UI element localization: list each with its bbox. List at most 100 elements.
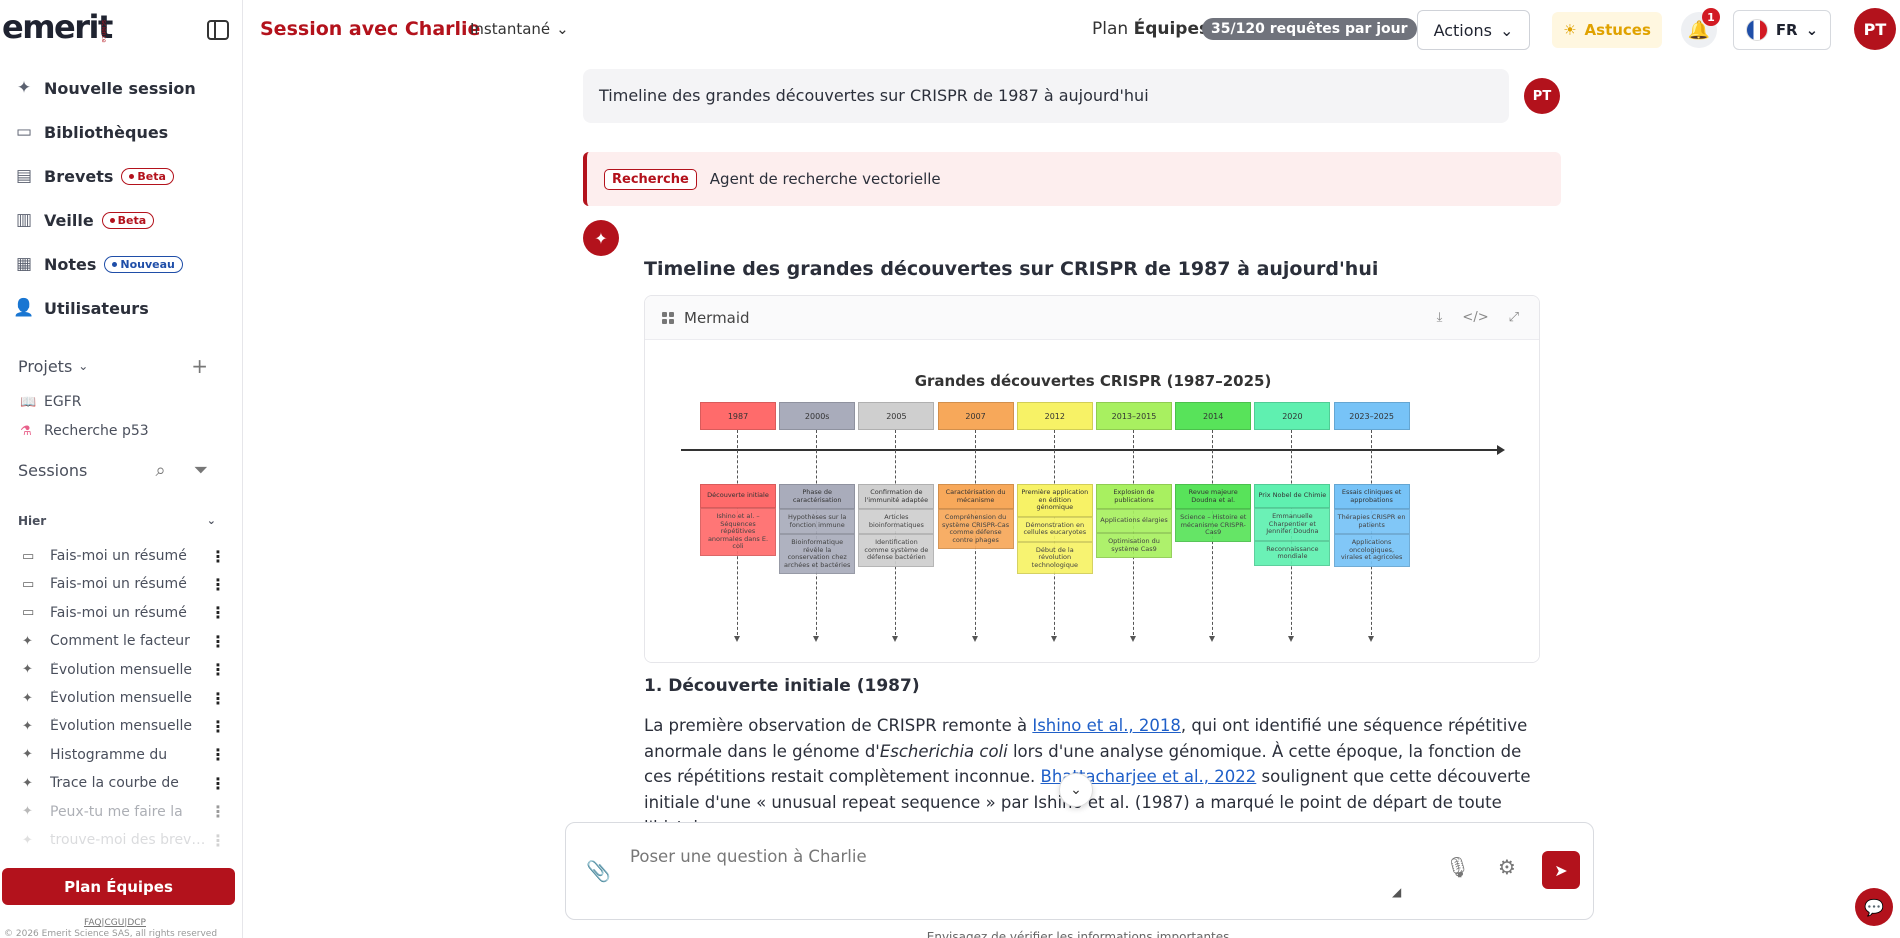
sparkle-icon: ✦ — [22, 775, 33, 791]
session-label: Évolution mensuelle — [50, 690, 193, 706]
session-item[interactable]: ✦ Comment le facteur ⋮ — [22, 629, 226, 653]
nav-new-session[interactable]: ✦ Nouvelle session — [0, 66, 243, 110]
more-options-icon[interactable]: ⋮ — [210, 689, 226, 708]
grid-icon — [662, 311, 674, 324]
mode-selector[interactable]: Instantané ⌄ — [470, 20, 569, 38]
session-label: Fais-moi un résumé — [50, 548, 187, 564]
assistant-avatar-icon: ✦ — [583, 220, 619, 256]
session-label: Histogramme du — [50, 746, 168, 763]
nav-watch[interactable]: ▥ Veille Beta — [0, 198, 243, 242]
logo[interactable]: emerit — [2, 8, 113, 46]
more-options-icon[interactable]: ⋮ — [210, 632, 226, 651]
timeline-events: Prix Nobel de Chimie Emmanuelle Charpenti… — [1254, 484, 1331, 566]
paperclip-icon[interactable]: 📎 — [586, 859, 611, 883]
user-avatar[interactable]: PT — [1854, 8, 1896, 50]
nav-label: Utilisateurs — [44, 298, 149, 318]
filter-icon[interactable]: ⏷ — [194, 460, 208, 481]
nav-patents[interactable]: ▤ Brevets Beta — [0, 154, 243, 198]
tips-label: Astuces — [1584, 21, 1651, 39]
project-item[interactable]: ⚗ Recherche p53 — [20, 423, 149, 439]
session-label: Évolution mensuelle — [50, 661, 193, 678]
timeline-column: 2023–2025 Essais cliniques et approbation… — [1333, 402, 1410, 642]
more-options-icon[interactable]: ⋮ — [210, 547, 226, 566]
project-label: Recherche p53 — [44, 423, 149, 439]
sessions-label: Sessions — [18, 461, 88, 480]
timeline-column: 2000s Phase de caractérisation Hypothèses … — [779, 402, 856, 642]
section-title: 1. Découverte initiale (1987) — [644, 676, 920, 696]
folder-icon: ▭ — [22, 548, 35, 564]
users-icon: 👤 — [13, 298, 35, 318]
more-options-icon[interactable]: ⋮ — [210, 831, 226, 850]
session-item[interactable]: ✦ Évolution mensuelle ⋮ — [22, 714, 226, 738]
timeline-event: Applications oncologiques, virales et ag… — [1333, 534, 1410, 567]
session-item[interactable]: ▭ Fais-moi un résumé ⋮ — [22, 601, 226, 625]
projects-header[interactable]: Projets ⌄ + — [18, 354, 208, 378]
more-options-icon[interactable]: ⋮ — [210, 717, 226, 736]
sidebar-toggle-icon[interactable] — [207, 20, 229, 40]
beta-badge: Beta — [101, 211, 155, 229]
tips-button[interactable]: ☀ Astuces — [1552, 12, 1662, 48]
session-item[interactable]: ✦ Trace la courbe de ⋮ — [22, 771, 226, 795]
session-item[interactable]: ▭ Fais-moi un résumé ⋮ — [22, 572, 226, 596]
sparkle-icon: ✦ — [22, 804, 33, 820]
nav-libraries[interactable]: ▭ Bibliothèques — [0, 110, 243, 154]
sparkle-icon: ✦ — [16, 78, 32, 98]
add-project-icon[interactable]: + — [191, 354, 208, 378]
sparkle-icon: ✦ — [22, 633, 33, 649]
timeline-event: Début de la révolution technologique — [1016, 541, 1093, 574]
send-button[interactable]: ➤ — [1542, 851, 1580, 889]
timeline-events: Explosion de publications Applications él… — [1096, 484, 1172, 558]
microphone-icon[interactable]: 🎙 — [1445, 855, 1470, 879]
timeline-year: 2005 — [858, 402, 935, 430]
timeline-event: Applications élargies — [1096, 509, 1172, 533]
more-options-icon[interactable]: ⋮ — [210, 802, 226, 821]
actions-button[interactable]: Actions ⌄ — [1417, 10, 1530, 50]
session-item[interactable]: ✦ Évolution mensuelle ⋮ — [22, 686, 226, 710]
more-options-icon[interactable]: ⋮ — [210, 660, 226, 679]
sparkle-icon: ✦ — [22, 832, 33, 848]
sessions-header: Sessions ⌕ ⏷ — [18, 460, 208, 481]
nav-users[interactable]: 👤 Utilisateurs — [0, 286, 243, 330]
footer-links[interactable]: FAQ|CGU|DCP — [84, 918, 146, 928]
session-item[interactable]: ✦ Histogramme du ⋮ — [22, 743, 226, 767]
citation-link[interactable]: Ishino et al., 2018 — [1032, 716, 1181, 735]
chevron-down-icon: ⌄ — [206, 514, 216, 527]
more-options-icon[interactable]: ⋮ — [210, 603, 226, 622]
session-item[interactable]: ▭ Fais-moi un résumé ⋮ — [22, 544, 226, 568]
code-icon[interactable]: </> — [1462, 310, 1488, 325]
more-options-icon[interactable]: ⋮ — [210, 745, 226, 764]
expand-icon[interactable]: ⤢ — [1509, 310, 1519, 325]
more-options-icon[interactable]: ⋮ — [210, 575, 226, 594]
mode-label: Instantané — [470, 20, 551, 38]
settings-sliders-icon[interactable]: ⚙ — [1498, 855, 1516, 879]
search-icon[interactable]: ⌕ — [156, 460, 166, 481]
timeline-event: Prix Nobel de Chimie — [1254, 484, 1331, 508]
session-item[interactable]: ✦ Évolution mensuelle ⋮ — [22, 658, 226, 682]
chevron-down-icon: ⌄ — [556, 20, 569, 38]
sparkle-icon: ✦ — [22, 690, 33, 706]
session-item[interactable]: ✦ Peux-tu me faire la ⋮ — [22, 800, 226, 824]
more-options-icon[interactable]: ⋮ — [210, 774, 226, 793]
nav-notes[interactable]: ▦ Notes Nouveau — [0, 242, 243, 286]
sparkle-icon: ✦ — [22, 662, 33, 678]
timeline-axis — [681, 445, 1505, 455]
scroll-down-button[interactable]: ⌄ — [1059, 773, 1093, 807]
download-icon[interactable]: ⤓ — [1437, 310, 1443, 325]
nav-label: Veille — [44, 210, 94, 230]
session-group-header[interactable]: Hier ⌄ — [18, 514, 216, 528]
help-chat-button[interactable]: 💬 — [1855, 888, 1893, 926]
language-selector[interactable]: FR ⌄ — [1733, 10, 1831, 50]
flask-icon: ⚗ — [20, 423, 32, 439]
project-label: EGFR — [44, 394, 82, 410]
sidebar-nav: ✦ Nouvelle session ▭ Bibliothèques ▤ Bre… — [0, 66, 243, 330]
resize-handle-icon[interactable]: ◢ — [1392, 885, 1401, 899]
plan-button[interactable]: Plan Équipes — [2, 868, 235, 905]
timeline-events: Essais cliniques et approbations Thérapie… — [1333, 484, 1410, 567]
project-item[interactable]: 📖 EGFR — [20, 394, 81, 410]
session-item[interactable]: ✦ trouve-moi des brevets ⋮ — [22, 828, 226, 852]
chevron-down-icon: ⌄ — [1070, 782, 1082, 798]
timeline-year: 2007 — [937, 402, 1014, 430]
timeline-events: Découverte initiale Ishino et al. – Séque… — [700, 484, 776, 556]
question-input[interactable] — [630, 847, 1390, 895]
mermaid-header: Mermaid ⤓ </> ⤢ — [645, 296, 1539, 340]
